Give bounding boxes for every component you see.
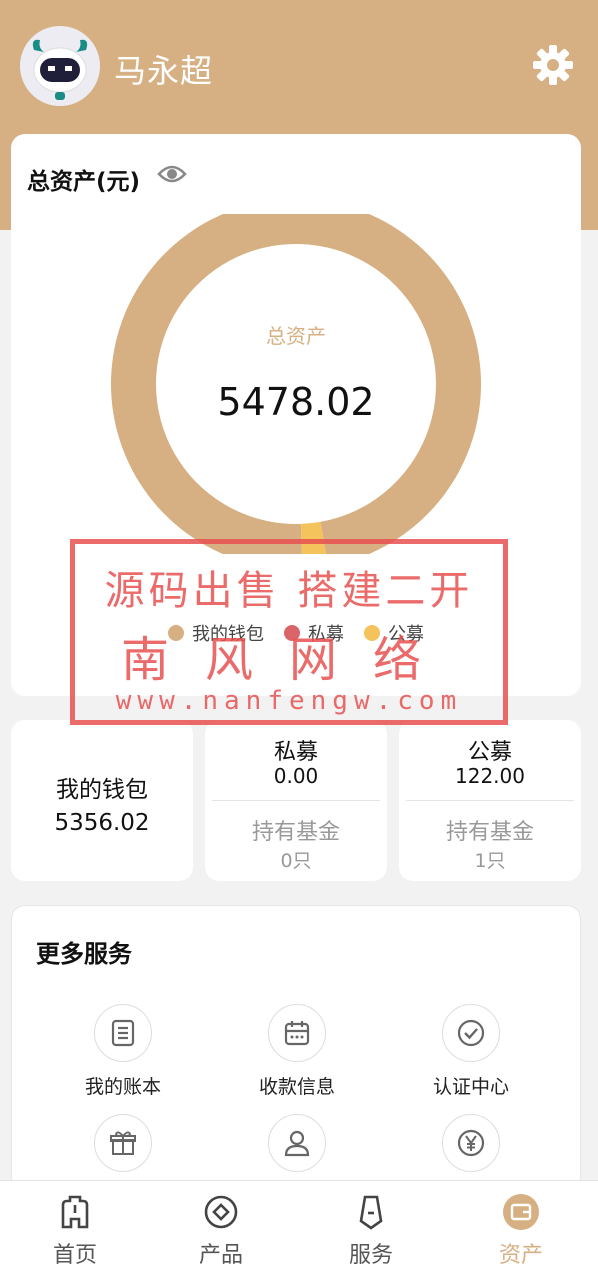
legend-dot-public bbox=[364, 625, 380, 641]
legend-item-wallet: 我的钱包 bbox=[168, 620, 264, 646]
tab-label-products: 产品 bbox=[198, 1243, 243, 1268]
total-assets-card: 总资产(元) 总资产 5478.02 我的钱包 私募 公募 bbox=[11, 134, 581, 696]
legend-dot-wallet bbox=[168, 625, 184, 641]
eye-icon[interactable] bbox=[157, 162, 187, 186]
private-hold-label: 持有基金 bbox=[251, 820, 340, 845]
divider bbox=[406, 800, 574, 801]
wallet-title: 我的钱包 bbox=[56, 777, 148, 803]
product-icon bbox=[202, 1193, 240, 1231]
tab-home[interactable]: 首页 bbox=[0, 1181, 150, 1271]
public-fund-card[interactable]: 公募 122.00 持有基金 1只 bbox=[399, 720, 581, 881]
private-hold-count: 0只 bbox=[280, 850, 312, 872]
wallet-icon bbox=[502, 1193, 540, 1231]
check-circle-icon bbox=[442, 1004, 500, 1062]
username: 马永超 bbox=[114, 52, 214, 90]
services-title: 更多服务 bbox=[36, 940, 132, 968]
service-icon bbox=[352, 1193, 390, 1231]
service-gift[interactable] bbox=[48, 1114, 198, 1182]
home-icon bbox=[56, 1193, 94, 1231]
yen-icon bbox=[442, 1114, 500, 1172]
more-services-card: 更多服务 我的账本 收款信息 认证中心 bbox=[11, 905, 581, 1225]
service-label-payment-info: 收款信息 bbox=[258, 1076, 335, 1098]
service-payment-info[interactable]: 收款信息 bbox=[222, 1004, 372, 1099]
tab-products[interactable]: 产品 bbox=[146, 1181, 296, 1271]
legend-item-private: 私募 bbox=[284, 620, 344, 646]
public-fund-value: 122.00 bbox=[455, 764, 525, 788]
service-label-ledger: 我的账本 bbox=[84, 1076, 161, 1098]
public-hold-count: 1只 bbox=[474, 850, 506, 872]
legend-label-wallet: 我的钱包 bbox=[192, 624, 264, 645]
public-fund-title: 公募 bbox=[467, 740, 512, 765]
service-ledger[interactable]: 我的账本 bbox=[48, 1004, 198, 1099]
service-profile[interactable] bbox=[222, 1114, 372, 1182]
tab-label-assets: 资产 bbox=[498, 1243, 543, 1268]
service-yen[interactable] bbox=[396, 1114, 546, 1182]
calendar-icon bbox=[268, 1004, 326, 1062]
legend-label-private: 私募 bbox=[308, 624, 344, 645]
private-fund-value: 0.00 bbox=[273, 764, 319, 788]
gear-icon[interactable] bbox=[530, 42, 576, 88]
chart-legend: 我的钱包 私募 公募 bbox=[11, 620, 581, 646]
wallet-value: 5356.02 bbox=[54, 810, 150, 836]
private-fund-title: 私募 bbox=[273, 740, 318, 765]
gift-icon bbox=[94, 1114, 152, 1172]
tab-services[interactable]: 服务 bbox=[296, 1181, 446, 1271]
public-hold-label: 持有基金 bbox=[445, 820, 534, 845]
robot-avatar-icon[interactable] bbox=[20, 26, 100, 106]
private-fund-card[interactable]: 私募 0.00 持有基金 0只 bbox=[205, 720, 387, 881]
divider bbox=[212, 800, 380, 801]
legend-item-public: 公募 bbox=[364, 620, 424, 646]
user-icon bbox=[268, 1114, 326, 1172]
donut-center-value: 5478.02 bbox=[217, 380, 375, 424]
legend-label-public: 公募 bbox=[388, 624, 424, 645]
tab-label-services: 服务 bbox=[348, 1243, 393, 1268]
tab-label-home: 首页 bbox=[52, 1243, 97, 1268]
tab-assets[interactable]: 资产 bbox=[446, 1181, 596, 1271]
wallet-card[interactable]: 我的钱包 5356.02 bbox=[11, 720, 193, 881]
service-certification[interactable]: 认证中心 bbox=[396, 1004, 546, 1099]
service-label-certification: 认证中心 bbox=[432, 1076, 509, 1098]
donut-center-label: 总资产 bbox=[266, 324, 326, 348]
legend-dot-private bbox=[284, 625, 300, 641]
total-assets-title: 总资产(元) bbox=[27, 169, 141, 195]
ledger-icon bbox=[94, 1004, 152, 1062]
bottom-tab-bar: 首页 产品 服务 资产 bbox=[0, 1180, 598, 1271]
header: 马永超 bbox=[0, 0, 598, 130]
